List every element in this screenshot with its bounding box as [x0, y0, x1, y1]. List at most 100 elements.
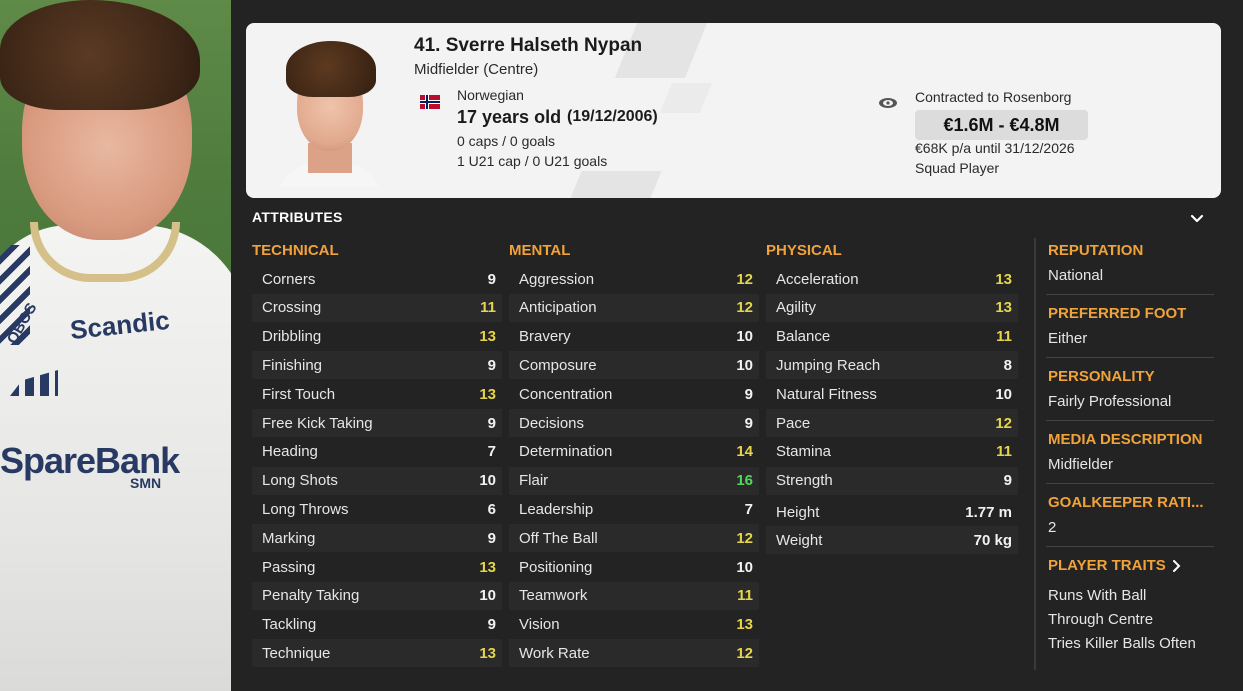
mental-attribute-row[interactable]: Positioning 10: [509, 553, 759, 581]
sidebar-separator: [1046, 420, 1214, 421]
technical-attribute-row[interactable]: Free Kick Taking 9: [252, 409, 502, 437]
technical-attribute-row[interactable]: Heading 7: [252, 438, 502, 466]
attributes-section-title: ATTRIBUTES: [252, 209, 343, 225]
mental-attribute-row[interactable]: Off The Ball 12: [509, 524, 759, 553]
attribute-label: Corners: [262, 270, 316, 288]
mental-attribute-row[interactable]: Teamwork 11: [509, 581, 759, 610]
player-trait: Runs With Ball: [1048, 587, 1147, 604]
attribute-label: Technique: [262, 644, 331, 662]
mental-attribute-row[interactable]: Aggression 12: [509, 265, 759, 293]
player-traits-header[interactable]: PLAYER TRAITS: [1048, 557, 1182, 574]
mental-attribute-row[interactable]: Anticipation 12: [509, 293, 759, 322]
attribute-label: Strength: [776, 472, 833, 490]
attribute-label: Decisions: [519, 414, 585, 432]
physical-attribute-row[interactable]: Stamina 11: [766, 438, 1018, 466]
sidebar-separator: [1046, 483, 1214, 484]
technical-attribute-row[interactable]: Corners 9: [252, 265, 502, 293]
player-nationality[interactable]: Norwegian: [457, 87, 524, 103]
attribute-value: 7: [487, 443, 496, 461]
attribute-value: 13: [736, 616, 753, 634]
attribute-label: Anticipation: [519, 299, 597, 317]
attribute-value: 11: [737, 587, 753, 605]
attribute-value: 13: [995, 299, 1012, 317]
attribute-value: 13: [995, 270, 1012, 288]
reputation-header: REPUTATION: [1048, 242, 1144, 259]
mental-attribute-row[interactable]: Decisions 9: [509, 409, 759, 437]
chevron-down-icon[interactable]: [1189, 210, 1205, 226]
weight-value: 70 kg: [973, 531, 1012, 549]
technical-attribute-row[interactable]: Long Throws 6: [252, 495, 502, 523]
physical-attribute-row[interactable]: Agility 13: [766, 293, 1018, 322]
weight-label: Weight: [776, 531, 823, 549]
technical-attribute-row[interactable]: First Touch 13: [252, 380, 502, 408]
technical-attribute-row[interactable]: Dribbling 13: [252, 323, 502, 351]
attribute-value: 9: [487, 270, 496, 288]
player-traits-label: PLAYER TRAITS: [1048, 557, 1166, 574]
attribute-value: 9: [487, 529, 496, 547]
physical-attribute-row[interactable]: Strength 9: [766, 466, 1018, 495]
club-badge-icon[interactable]: [878, 96, 898, 110]
technical-attribute-row[interactable]: Tackling 9: [252, 611, 502, 639]
preferred-foot-value: Either: [1048, 330, 1088, 347]
attribute-label: Composure: [519, 356, 597, 374]
player-caps: 0 caps / 0 goals: [457, 133, 556, 149]
technical-attribute-row[interactable]: Penalty Taking 10: [252, 581, 502, 610]
media-description-value: Midfielder: [1048, 456, 1114, 473]
attribute-label: Penalty Taking: [262, 587, 360, 605]
technical-attribute-row[interactable]: Marking 9: [252, 524, 502, 553]
mental-attribute-row[interactable]: Composure 10: [509, 351, 759, 380]
physical-attribute-row[interactable]: Pace 12: [766, 409, 1018, 437]
attribute-label: Leadership: [519, 500, 594, 518]
attribute-value: 10: [736, 356, 753, 374]
mental-attribute-row[interactable]: Bravery 10: [509, 323, 759, 351]
physical-attribute-row[interactable]: Natural Fitness 10: [766, 380, 1018, 408]
attribute-value: 12: [736, 270, 753, 288]
attribute-label: Pace: [776, 414, 811, 432]
height-row: Height 1.77 m: [766, 498, 1018, 526]
attribute-value: 9: [487, 616, 496, 634]
photo-hair: [0, 0, 200, 110]
attribute-label: Passing: [262, 558, 316, 576]
attribute-label: Stamina: [776, 443, 832, 461]
attribute-value: 12: [995, 414, 1012, 432]
attribute-label: Long Shots: [262, 472, 338, 490]
mental-attribute-row[interactable]: Concentration 9: [509, 380, 759, 408]
contract-wage: €68K p/a until 31/12/2026: [915, 140, 1075, 156]
technical-attribute-row[interactable]: Long Shots 10: [252, 466, 502, 495]
technical-header: TECHNICAL: [252, 242, 339, 259]
attribute-label: Vision: [519, 616, 560, 634]
mental-attribute-row[interactable]: Flair 16: [509, 466, 759, 495]
personality-value: Fairly Professional: [1048, 393, 1172, 410]
physical-attribute-row[interactable]: Acceleration 13: [766, 265, 1018, 293]
attribute-value: 6: [487, 500, 496, 518]
attribute-label: Determination: [519, 443, 613, 461]
attribute-label: Long Throws: [262, 500, 349, 518]
technical-attribute-row[interactable]: Technique 13: [252, 639, 502, 668]
contract-club[interactable]: Contracted to Rosenborg: [915, 89, 1071, 105]
technical-attribute-row[interactable]: Crossing 11: [252, 293, 502, 322]
media-description-header: MEDIA DESCRIPTION: [1048, 431, 1203, 448]
transfer-value-badge[interactable]: €1.6M - €4.8M: [915, 110, 1088, 140]
technical-attribute-row[interactable]: Finishing 9: [252, 351, 502, 380]
mental-attribute-row[interactable]: Vision 13: [509, 611, 759, 639]
physical-attribute-row[interactable]: Balance 11: [766, 323, 1018, 351]
attribute-value: 11: [996, 443, 1012, 461]
attribute-label: Flair: [519, 472, 549, 490]
attribute-value: 12: [736, 299, 753, 317]
mental-attribute-row[interactable]: Work Rate 12: [509, 639, 759, 668]
mental-attribute-row[interactable]: Leadership 7: [509, 495, 759, 523]
mental-attribute-row[interactable]: Determination 14: [509, 438, 759, 466]
attribute-label: Teamwork: [519, 587, 588, 605]
player-u21-caps: 1 U21 cap / 0 U21 goals: [457, 153, 608, 169]
personality-header: PERSONALITY: [1048, 368, 1155, 385]
attribute-label: Marking: [262, 529, 316, 547]
attribute-value: 10: [736, 328, 753, 346]
technical-attribute-row[interactable]: Passing 13: [252, 553, 502, 581]
goalkeeper-rating-header: GOALKEEPER RATI...: [1048, 494, 1204, 511]
attribute-value: 13: [479, 385, 496, 403]
attribute-label: Heading: [262, 443, 318, 461]
attribute-label: Dribbling: [262, 328, 322, 346]
physical-attribute-row[interactable]: Jumping Reach 8: [766, 351, 1018, 380]
sidebar-separator: [1046, 357, 1214, 358]
attribute-value: 9: [744, 414, 753, 432]
